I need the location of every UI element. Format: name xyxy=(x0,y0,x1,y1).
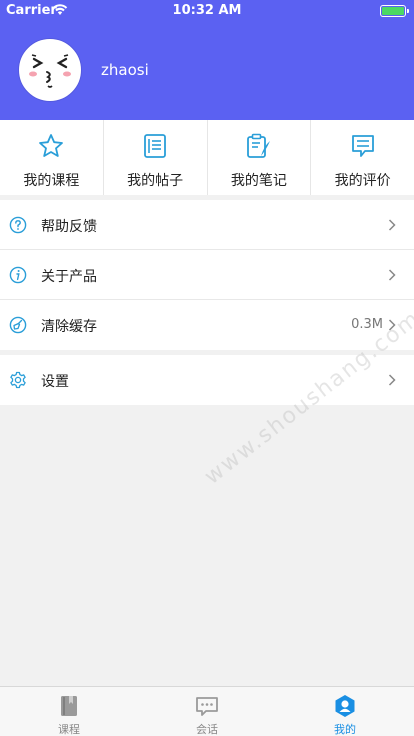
tab-bar: 课程 会话 我的 xyxy=(0,686,414,736)
help-feedback-row[interactable]: 帮助反馈 xyxy=(0,200,414,250)
tab-chat-label: 会话 xyxy=(196,723,218,736)
tab-mine[interactable]: 我的 xyxy=(276,687,414,736)
status-bar: Carrier 10:32 AM xyxy=(0,0,414,22)
hexagon-user-icon xyxy=(335,695,355,717)
comment-icon xyxy=(351,135,374,157)
avatar[interactable] xyxy=(19,39,81,101)
help-circle-icon xyxy=(9,216,27,234)
clear-cache-row[interactable]: 清除缓存 0.3M xyxy=(0,300,414,350)
my-reviews-button[interactable]: 我的评价 xyxy=(311,120,414,195)
tab-courses[interactable]: 课程 xyxy=(0,687,138,736)
chat-icon xyxy=(196,697,218,716)
about-product-label: 关于产品 xyxy=(41,269,97,285)
chevron-right-icon xyxy=(388,219,396,231)
settings-label: 设置 xyxy=(41,374,69,390)
avatar-face-icon xyxy=(29,54,71,88)
settings-group: 设置 xyxy=(0,355,414,405)
my-courses-label: 我的课程 xyxy=(23,173,80,189)
my-posts-label: 我的帖子 xyxy=(127,173,184,189)
my-reviews-label: 我的评价 xyxy=(334,173,391,189)
my-notes-label: 我的笔记 xyxy=(230,173,287,189)
menu-list: 帮助反馈 关于产品 清除缓存 0.3M xyxy=(0,200,414,350)
about-product-row[interactable]: 关于产品 xyxy=(0,250,414,300)
star-icon xyxy=(39,134,64,157)
my-posts-button[interactable]: 我的帖子 xyxy=(104,120,208,195)
chevron-right-icon xyxy=(388,269,396,281)
help-feedback-label: 帮助反馈 xyxy=(41,219,97,235)
clear-cache-label: 清除缓存 xyxy=(41,319,97,335)
gear-icon xyxy=(10,371,26,389)
clock: 10:32 AM xyxy=(172,3,242,18)
my-notes-button[interactable]: 我的笔记 xyxy=(208,120,312,195)
tab-chat[interactable]: 会话 xyxy=(138,687,276,736)
username[interactable]: zhaosi xyxy=(101,61,149,79)
tab-courses-label: 课程 xyxy=(58,723,80,736)
my-courses-button[interactable]: 我的课程 xyxy=(0,120,104,195)
quick-actions: 我的课程 我的帖子 我的笔记 我的评价 xyxy=(0,120,414,195)
chevron-right-icon xyxy=(388,374,396,386)
broom-icon xyxy=(9,316,27,334)
settings-row[interactable]: 设置 xyxy=(0,355,414,405)
battery-icon xyxy=(380,5,409,17)
clipboard-pen-icon xyxy=(246,133,270,158)
tab-mine-label: 我的 xyxy=(334,723,356,736)
cache-size-value: 0.3M xyxy=(351,317,383,332)
profile-header: Carrier 10:32 AM zhaosi xyxy=(0,0,414,120)
document-icon xyxy=(144,134,167,158)
book-icon xyxy=(61,696,77,716)
chevron-right-icon xyxy=(388,319,396,331)
info-circle-icon xyxy=(9,266,27,284)
